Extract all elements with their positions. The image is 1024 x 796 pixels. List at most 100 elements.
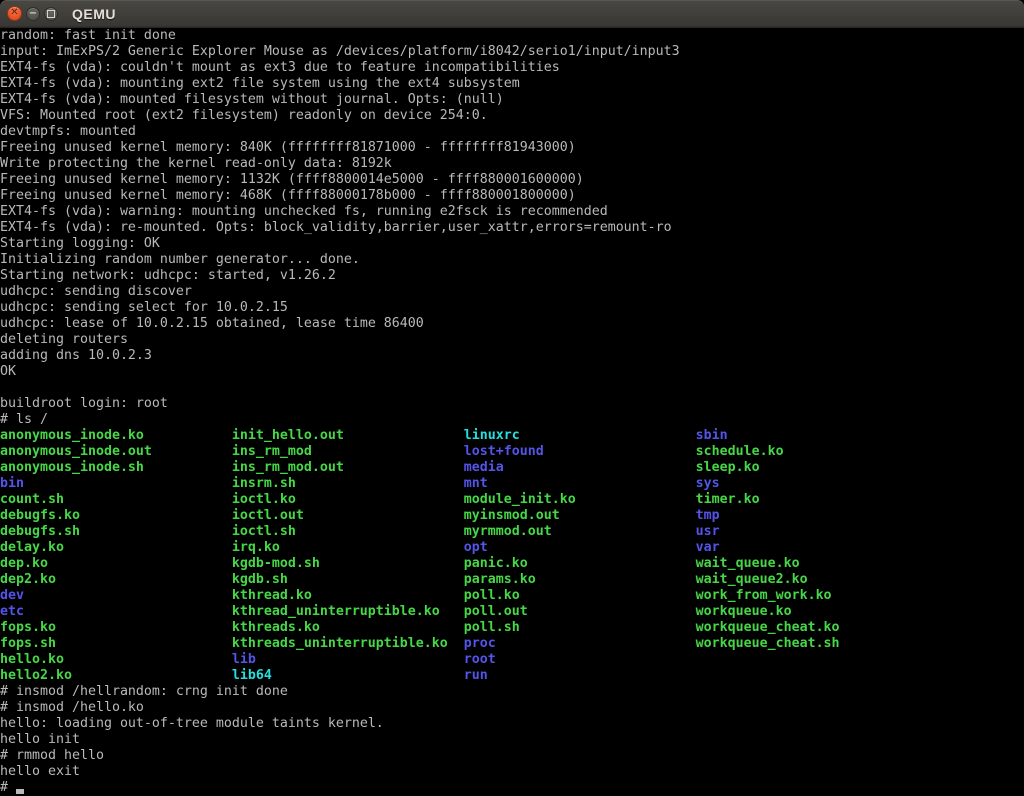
close-icon: ✕ bbox=[10, 8, 18, 18]
terminal-line: random: fast init done bbox=[0, 28, 1024, 44]
terminal-line: adding dns 10.0.2.3 bbox=[0, 348, 1024, 364]
file-entry: hello2.ko bbox=[0, 668, 232, 684]
file-entry: fops.sh bbox=[0, 636, 232, 652]
file-listing-row: devkthread.kopoll.kowork_from_work.ko bbox=[0, 588, 1024, 604]
terminal-line: EXT4-fs (vda): couldn't mount as ext3 du… bbox=[0, 60, 1024, 76]
file-entry: myrmmod.out bbox=[464, 524, 696, 540]
close-button[interactable]: ✕ bbox=[7, 6, 22, 21]
terminal-line: # insmod /hello.ko bbox=[0, 700, 1024, 716]
file-entry: wait_queue.ko bbox=[696, 556, 928, 572]
file-listing-row: dep.kokgdb-mod.shpanic.kowait_queue.ko bbox=[0, 556, 1024, 572]
file-entry: workqueue.ko bbox=[696, 604, 928, 620]
file-entry: sbin bbox=[696, 428, 928, 444]
file-entry: poll.sh bbox=[464, 620, 696, 636]
terminal-line: # insmod /hellrandom: crng init done bbox=[0, 684, 1024, 700]
terminal-line: Initializing random number generator... … bbox=[0, 252, 1024, 268]
terminal-line: hello exit bbox=[0, 764, 1024, 780]
terminal-line: hello init bbox=[0, 732, 1024, 748]
file-listing-row: fops.kokthreads.kopoll.shworkqueue_cheat… bbox=[0, 620, 1024, 636]
terminal-cursor bbox=[16, 789, 24, 794]
file-listing-row: dep2.kokgdb.shparams.kowait_queue2.ko bbox=[0, 572, 1024, 588]
terminal-line: EXT4-fs (vda): warning: mounting uncheck… bbox=[0, 204, 1024, 220]
window-title: QEMU bbox=[72, 6, 116, 22]
file-entry: dep.ko bbox=[0, 556, 232, 572]
file-listing-row: anonymous_inode.shins_rm_mod.outmediasle… bbox=[0, 460, 1024, 476]
shell-prompt: # bbox=[0, 780, 16, 795]
terminal-screen[interactable]: random: fast init doneinput: ImExPS/2 Ge… bbox=[0, 28, 1024, 796]
terminal-line: deleting routers bbox=[0, 332, 1024, 348]
terminal-line: Starting logging: OK bbox=[0, 236, 1024, 252]
terminal-line: hello: loading out-of-tree module taints… bbox=[0, 716, 1024, 732]
terminal-line: udhcpc: sending select for 10.0.2.15 bbox=[0, 300, 1024, 316]
file-listing-row: delay.koirq.kooptvar bbox=[0, 540, 1024, 556]
file-entry: run bbox=[464, 668, 696, 684]
file-entry: dep2.ko bbox=[0, 572, 232, 588]
file-entry: delay.ko bbox=[0, 540, 232, 556]
file-entry: anonymous_inode.ko bbox=[0, 428, 232, 444]
file-entry: usr bbox=[696, 524, 928, 540]
file-entry: kthread_uninterruptible.ko bbox=[232, 604, 464, 620]
terminal-line: # ls / bbox=[0, 412, 1024, 428]
maximize-icon bbox=[47, 10, 55, 18]
terminal-line: buildroot login: root bbox=[0, 396, 1024, 412]
file-entry: wait_queue2.ko bbox=[696, 572, 928, 588]
file-entry: sleep.ko bbox=[696, 460, 928, 476]
file-entry: root bbox=[464, 652, 696, 668]
terminal-line: Freeing unused kernel memory: 1132K (fff… bbox=[0, 172, 1024, 188]
terminal-line: Freeing unused kernel memory: 468K (ffff… bbox=[0, 188, 1024, 204]
file-listing-row: etckthread_uninterruptible.kopoll.outwor… bbox=[0, 604, 1024, 620]
file-entry: poll.out bbox=[464, 604, 696, 620]
file-entry: work_from_work.ko bbox=[696, 588, 928, 604]
file-entry: init_hello.out bbox=[232, 428, 464, 444]
file-listing-row: debugfs.shioctl.shmyrmmod.outusr bbox=[0, 524, 1024, 540]
file-entry: etc bbox=[0, 604, 232, 620]
file-entry: insrm.sh bbox=[232, 476, 464, 492]
minimize-icon: − bbox=[29, 9, 37, 19]
file-entry: poll.ko bbox=[464, 588, 696, 604]
terminal-line: udhcpc: sending discover bbox=[0, 284, 1024, 300]
terminal-line: EXT4-fs (vda): re-mounted. Opts: block_v… bbox=[0, 220, 1024, 236]
file-listing-row: count.shioctl.komodule_init.kotimer.ko bbox=[0, 492, 1024, 508]
file-listing-row: debugfs.koioctl.outmyinsmod.outtmp bbox=[0, 508, 1024, 524]
file-entry: hello.ko bbox=[0, 652, 232, 668]
file-entry: ioctl.out bbox=[232, 508, 464, 524]
terminal-line: Freeing unused kernel memory: 840K (ffff… bbox=[0, 140, 1024, 156]
terminal-line: VFS: Mounted root (ext2 filesystem) read… bbox=[0, 108, 1024, 124]
file-entry: debugfs.sh bbox=[0, 524, 232, 540]
file-listing: anonymous_inode.koinit_hello.outlinuxrcs… bbox=[0, 428, 1024, 684]
terminal-line: Write protecting the kernel read-only da… bbox=[0, 156, 1024, 172]
file-entry: kthreads.ko bbox=[232, 620, 464, 636]
file-entry: kgdb.sh bbox=[232, 572, 464, 588]
titlebar[interactable]: ✕ − QEMU bbox=[0, 0, 1024, 28]
file-entry: workqueue_cheat.sh bbox=[696, 636, 928, 652]
file-entry: sys bbox=[696, 476, 928, 492]
file-entry: workqueue_cheat.ko bbox=[696, 620, 928, 636]
terminal-line bbox=[0, 380, 1024, 396]
maximize-button[interactable] bbox=[44, 7, 58, 21]
file-entry: media bbox=[464, 460, 696, 476]
file-entry: kthread.ko bbox=[232, 588, 464, 604]
file-entry: myinsmod.out bbox=[464, 508, 696, 524]
file-entry: lib bbox=[232, 652, 464, 668]
file-listing-row: hello.kolibroot bbox=[0, 652, 1024, 668]
file-entry: irq.ko bbox=[232, 540, 464, 556]
terminal-tail-output: # insmod /hellrandom: crng init done# in… bbox=[0, 684, 1024, 780]
file-entry: proc bbox=[464, 636, 696, 652]
file-entry: panic.ko bbox=[464, 556, 696, 572]
file-listing-row: anonymous_inode.outins_rm_modlost+founds… bbox=[0, 444, 1024, 460]
file-entry: anonymous_inode.sh bbox=[0, 460, 232, 476]
file-entry: params.ko bbox=[464, 572, 696, 588]
file-entry: ins_rm_mod.out bbox=[232, 460, 464, 476]
terminal-line: OK bbox=[0, 364, 1024, 380]
terminal-line: udhcpc: lease of 10.0.2.15 obtained, lea… bbox=[0, 316, 1024, 332]
file-entry: lost+found bbox=[464, 444, 696, 460]
file-entry: ioctl.ko bbox=[232, 492, 464, 508]
file-listing-row: fops.shkthreads_uninterruptible.koprocwo… bbox=[0, 636, 1024, 652]
terminal-line: devtmpfs: mounted bbox=[0, 124, 1024, 140]
file-entry: debugfs.ko bbox=[0, 508, 232, 524]
terminal-line: EXT4-fs (vda): mounting ext2 file system… bbox=[0, 76, 1024, 92]
qemu-window: ✕ − QEMU random: fast init doneinput: Im… bbox=[0, 0, 1024, 796]
minimize-button[interactable]: − bbox=[26, 7, 40, 21]
file-entry: schedule.ko bbox=[696, 444, 928, 460]
terminal-line: EXT4-fs (vda): mounted filesystem withou… bbox=[0, 92, 1024, 108]
